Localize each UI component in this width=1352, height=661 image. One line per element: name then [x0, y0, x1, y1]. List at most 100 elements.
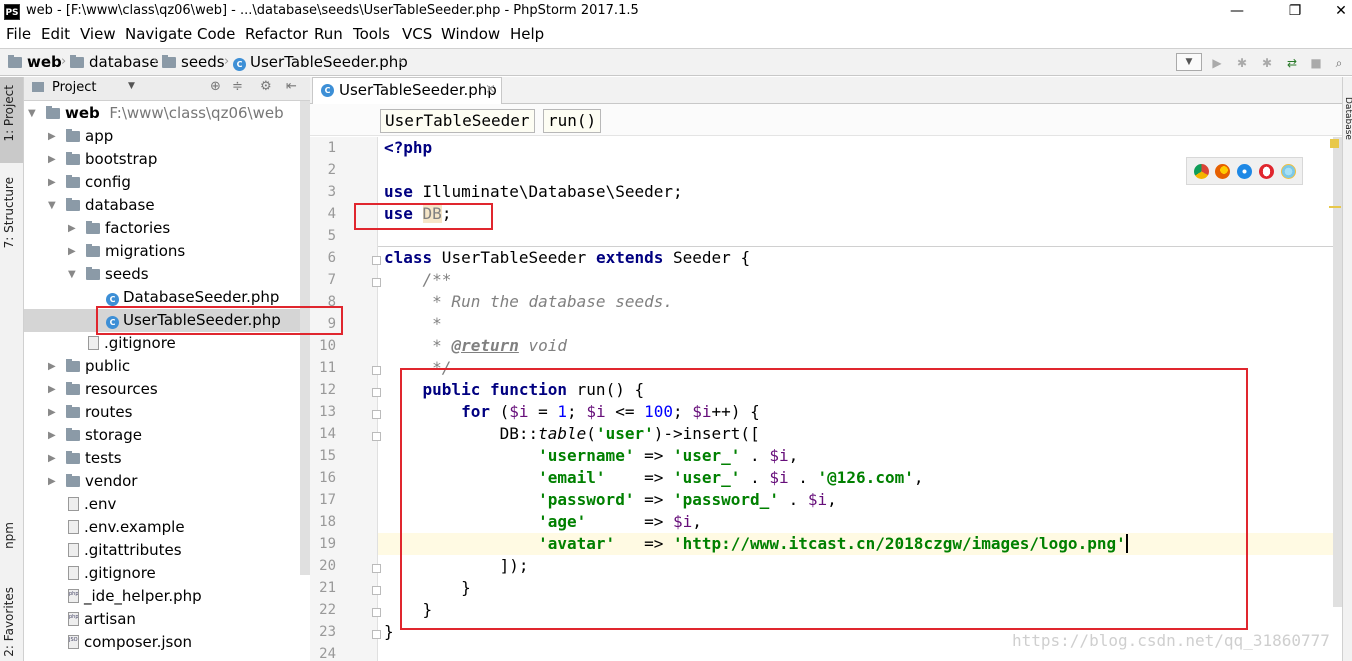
tree-node-web[interactable]: ▼ web F:\www\class\qz06\web — [28, 102, 284, 125]
tree-node-gitignore-db[interactable]: .gitignore — [88, 332, 176, 355]
chevron-right-icon[interactable]: ▶ — [68, 240, 76, 263]
tree-node-routes[interactable]: ▶ routes — [48, 401, 132, 424]
close-button[interactable]: ✕ — [1318, 0, 1352, 24]
tree-node-public[interactable]: ▶ public — [48, 355, 130, 378]
tree-node-label: resources — [85, 380, 158, 398]
line-number: 1 — [327, 140, 336, 156]
chevron-down-icon[interactable]: ▼ — [48, 194, 56, 217]
line-number: 16 — [319, 470, 336, 486]
php-open-tag: <?php — [384, 138, 433, 157]
tree-node-gitattributes[interactable]: .gitattributes — [68, 539, 182, 562]
chevron-right-icon[interactable]: ▶ — [48, 447, 56, 470]
chevron-right-icon[interactable]: ▶ — [48, 171, 56, 194]
warning-marker[interactable] — [1329, 206, 1341, 208]
collapse-all-icon[interactable]: ≑ — [232, 79, 243, 94]
chevron-right-icon[interactable]: ▶ — [48, 125, 56, 148]
chrome-icon[interactable] — [1194, 164, 1209, 179]
menu-vcs[interactable]: VCS — [402, 25, 432, 43]
nav-crumb-seeds[interactable]: seeds — [162, 53, 225, 71]
menu-file[interactable]: File — [6, 25, 31, 43]
nav-crumb-file[interactable]: C UserTableSeeder.php — [233, 53, 408, 71]
run-icon[interactable]: ▶ — [1210, 56, 1224, 70]
chevron-right-icon[interactable]: ▶ — [48, 470, 56, 493]
folder-icon — [66, 129, 80, 142]
chevron-down-icon[interactable]: ▼ — [128, 81, 135, 91]
menu-help[interactable]: Help — [510, 25, 544, 43]
chevron-right-icon[interactable]: ▶ — [48, 148, 56, 171]
attach-icon[interactable]: ⇄ — [1285, 56, 1299, 70]
menu-edit[interactable]: Edit — [41, 25, 70, 43]
opera-icon[interactable] — [1259, 164, 1274, 179]
close-tab-icon[interactable]: × — [485, 82, 496, 97]
chevron-right-icon[interactable]: ▶ — [48, 355, 56, 378]
debug-icon[interactable]: ✱ — [1235, 56, 1249, 70]
tab-database[interactable]: Database — [1343, 97, 1352, 140]
code-text: Illuminate\Database\Seeder; — [412, 182, 683, 201]
tree-node-tests[interactable]: ▶ tests — [48, 447, 122, 470]
editor-tab-usertableseeder[interactable]: C UserTableSeeder.php × — [312, 77, 502, 104]
tree-node-app[interactable]: ▶ app — [48, 125, 113, 148]
line-number: 11 — [319, 360, 336, 376]
nav-crumb-label: seeds — [181, 53, 225, 71]
tree-node-ide-helper[interactable]: php _ide_helper.php — [68, 585, 202, 608]
inspection-status-icon[interactable] — [1330, 139, 1339, 148]
project-scrollbar[interactable] — [300, 101, 310, 575]
menu-refactor[interactable]: Refactor — [245, 25, 308, 43]
chevron-down-icon[interactable]: ▼ — [28, 102, 36, 125]
tab-structure[interactable]: 7: Structure — [2, 177, 16, 248]
nav-crumb-web[interactable]: web — [8, 53, 62, 71]
tree-node-composer-json[interactable]: JSON composer.json — [68, 631, 192, 654]
restore-button[interactable]: ❐ — [1272, 0, 1318, 24]
tab-favorites[interactable]: 2: Favorites — [2, 587, 16, 657]
tree-node-bootstrap[interactable]: ▶ bootstrap — [48, 148, 157, 171]
chevron-down-icon[interactable]: ▼ — [68, 263, 76, 286]
tree-node-label: database — [85, 196, 155, 214]
nav-crumb-label: database — [89, 53, 159, 71]
minimize-button[interactable]: — — [1214, 0, 1260, 24]
breadcrumb-class[interactable]: UserTableSeeder — [380, 109, 535, 133]
folder-icon — [8, 55, 22, 68]
firefox-icon[interactable] — [1215, 164, 1230, 179]
annotation-box-use-db — [354, 203, 493, 230]
project-view-label[interactable]: Project — [52, 80, 96, 95]
tree-node-env[interactable]: .env — [68, 493, 116, 516]
menu-view[interactable]: View — [80, 25, 116, 43]
menu-run[interactable]: Run — [314, 25, 343, 43]
tab-npm[interactable]: npm — [2, 522, 16, 549]
tree-node-resources[interactable]: ▶ resources — [48, 378, 158, 401]
tree-node-artisan[interactable]: php artisan — [68, 608, 136, 631]
safari-icon[interactable] — [1237, 164, 1252, 179]
tree-node-env-example[interactable]: .env.example — [68, 516, 185, 539]
breadcrumb-method[interactable]: run() — [543, 109, 602, 133]
stop-icon[interactable]: ■ — [1309, 56, 1323, 70]
tree-node-label: .env — [84, 495, 117, 513]
code-line-10: * @return void — [384, 335, 567, 357]
hide-panel-icon[interactable]: ⇤ — [286, 79, 297, 94]
chevron-right-icon[interactable]: ▶ — [48, 378, 56, 401]
run-config-dropdown[interactable]: ▼ — [1176, 53, 1202, 71]
folder-icon — [162, 55, 176, 68]
tree-node-config[interactable]: ▶ config — [48, 171, 131, 194]
coverage-icon[interactable]: ✱ — [1260, 56, 1274, 70]
chevron-right-icon[interactable]: ▶ — [68, 217, 76, 240]
internet-explorer-icon[interactable] — [1281, 164, 1296, 179]
target-icon[interactable]: ⊕ — [210, 79, 221, 94]
tree-node-gitignore[interactable]: .gitignore — [68, 562, 156, 585]
gear-icon[interactable]: ⚙ — [260, 79, 272, 94]
tree-node-migrations[interactable]: ▶ migrations — [68, 240, 185, 263]
chevron-right-icon[interactable]: ▶ — [48, 401, 56, 424]
menu-tools[interactable]: Tools — [353, 25, 390, 43]
search-icon[interactable]: ⌕ — [1332, 56, 1346, 70]
menu-code[interactable]: Code — [197, 25, 235, 43]
tree-node-factories[interactable]: ▶ factories — [68, 217, 170, 240]
menu-window[interactable]: Window — [441, 25, 500, 43]
menu-navigate[interactable]: Navigate — [125, 25, 192, 43]
chevron-right-icon[interactable]: ▶ — [48, 424, 56, 447]
php-class-icon: C — [106, 293, 119, 306]
tab-project[interactable]: 1: Project — [2, 85, 16, 142]
tree-node-vendor[interactable]: ▶ vendor — [48, 470, 137, 493]
tree-node-seeds[interactable]: ▼ seeds — [68, 263, 149, 286]
tree-node-database[interactable]: ▼ database — [48, 194, 155, 217]
tree-node-storage[interactable]: ▶ storage — [48, 424, 142, 447]
nav-crumb-database[interactable]: database — [70, 53, 159, 71]
